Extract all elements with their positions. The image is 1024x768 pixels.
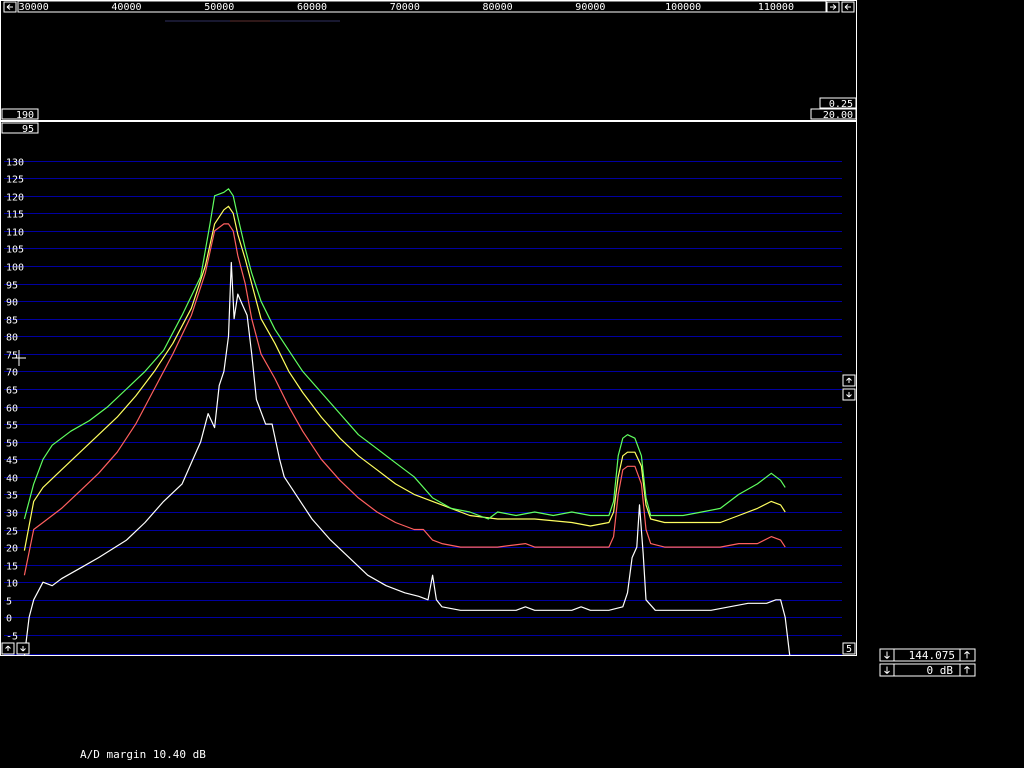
scroll-left-button-2[interactable] (841, 1, 855, 13)
y-tick-label: 85 (6, 316, 18, 327)
frequency-label: 110000 (758, 2, 794, 13)
main-bottom-right-value: 5 (846, 644, 852, 655)
top-panel-frame (0, 0, 857, 121)
gain-control[interactable]: 0 dB (879, 663, 976, 677)
y-tick-label: 10 (6, 579, 18, 590)
bottom-down-button[interactable] (16, 642, 30, 655)
y-tick-label: 80 (6, 333, 18, 344)
frequency-label: 60000 (297, 2, 327, 13)
y-tick-label: 0 (6, 614, 12, 625)
y-tick-label: 110 (6, 228, 24, 239)
grid-lines (4, 161, 842, 655)
y-tick-label: 55 (6, 421, 18, 432)
y-tick-label: 100 (6, 263, 24, 274)
top-left-value: 190 (16, 110, 34, 121)
scale-down-button[interactable] (842, 388, 856, 401)
frequency-label: 90000 (575, 2, 605, 13)
series-yellow-line (23, 205, 786, 551)
y-tick-label: 75 (6, 351, 18, 362)
y-tick-label: 40 (6, 474, 18, 485)
top-panel: 30000 40000 50000 60000 70000 80000 90000 10000… (0, 0, 857, 121)
main-panel: 95 1301251201151101051009590858075706560… (0, 121, 857, 657)
top-right-value-box[interactable]: 0.25 (819, 97, 857, 110)
y-tick-label: 95 (6, 281, 18, 292)
frequency-label: 30000 (19, 2, 49, 13)
gain-value: 0 dB (927, 664, 954, 677)
main-top-left-value-box[interactable]: 95 (1, 122, 39, 135)
y-tick-label: 20 (6, 544, 18, 555)
y-tick-label: 115 (6, 210, 24, 221)
frequency-label: 70000 (390, 2, 420, 13)
frequency-axis-labels: 30000 40000 50000 60000 70000 80000 90000 10000… (19, 2, 794, 13)
spectrum-analyzer-display: 30000 40000 50000 60000 70000 80000 90000 10000… (0, 0, 976, 761)
top-left-value-box[interactable]: 190 (1, 108, 39, 121)
frequency-label: 100000 (665, 2, 701, 13)
spectrum-series (23, 188, 791, 657)
scroll-left-button[interactable] (3, 1, 17, 13)
frequency-control[interactable]: 144.075 (879, 648, 976, 662)
frequency-label: 40000 (111, 2, 141, 13)
y-axis-labels: 1301251201151101051009590858075706560555… (6, 158, 24, 643)
y-tick-label: 125 (6, 175, 24, 186)
y-tick-label: 45 (6, 456, 18, 467)
y-tick-label: 30 (6, 509, 18, 520)
y-tick-label: 90 (6, 298, 18, 309)
top-right-value-box-2[interactable]: 20.00 (810, 108, 857, 121)
main-top-left-value: 95 (22, 124, 34, 135)
scroll-right-button[interactable] (826, 1, 840, 13)
y-tick-label: 5 (6, 597, 12, 608)
y-tick-label: 15 (6, 562, 18, 573)
y-tick-label: 120 (6, 193, 24, 204)
y-tick-label: 70 (6, 368, 18, 379)
y-tick-label: -5 (6, 632, 18, 643)
y-tick-label: 65 (6, 386, 18, 397)
frequency-label: 80000 (483, 2, 513, 13)
top-right-value: 0.25 (829, 99, 853, 110)
main-panel-frame (0, 121, 857, 656)
y-tick-label: 50 (6, 439, 18, 450)
frequency-value: 144.075 (909, 649, 955, 662)
y-tick-label: 35 (6, 491, 18, 502)
series-green-line (23, 188, 786, 520)
main-bottom-right-value-box[interactable]: 5 (842, 642, 856, 655)
scale-up-button[interactable] (842, 374, 856, 387)
bottom-up-button[interactable] (1, 642, 15, 655)
top-right-value-2: 20.00 (823, 110, 853, 121)
y-tick-label: 130 (6, 158, 24, 169)
ad-margin-status: A/D margin 10.40 dB (80, 748, 206, 761)
y-tick-label: 105 (6, 245, 24, 256)
frequency-label: 50000 (204, 2, 234, 13)
y-tick-label: 60 (6, 404, 18, 415)
y-tick-label: 25 (6, 527, 18, 538)
